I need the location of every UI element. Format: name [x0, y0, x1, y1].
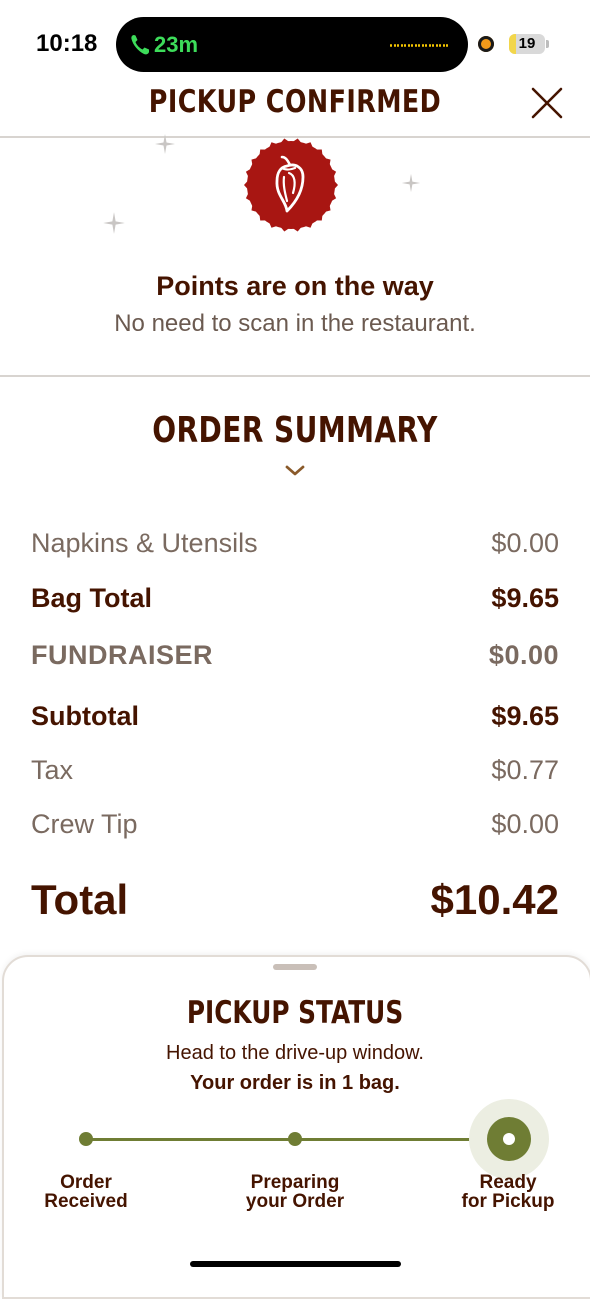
step-label-order-received: Order Received: [6, 1173, 166, 1211]
order-total: Total $10.42: [31, 876, 559, 924]
bag-count-note: Your order is in 1 bag.: [190, 1072, 400, 1094]
line-item-value: $0.00: [488, 640, 559, 670]
line-item-label: Subtotal: [31, 701, 139, 731]
call-duration: 23m: [154, 32, 199, 57]
total-label: Total: [31, 876, 129, 923]
line-item-label: Tax: [31, 755, 74, 785]
step-label-line: Received: [44, 1191, 128, 1212]
step-dot-ready-active: [487, 1117, 531, 1161]
phone-icon: [130, 34, 150, 56]
step-label-preparing: Preparing your Order: [215, 1173, 375, 1211]
sparkle-icon: [101, 210, 127, 241]
page-header: PICKUP CONFIRMED: [0, 84, 590, 138]
points-title: Points are on the way: [156, 271, 434, 301]
home-indicator[interactable]: [190, 1261, 401, 1267]
sheet-grabber-handle[interactable]: [273, 964, 317, 970]
step-label-line: Ready: [479, 1172, 537, 1193]
points-subtitle: No need to scan in the restaurant.: [114, 310, 476, 337]
pickup-status-title: PICKUP STATUS: [186, 995, 404, 1031]
battery-percent: 19: [518, 35, 536, 52]
sparkle-icon: [400, 172, 422, 199]
line-item-label: Bag Total: [31, 583, 152, 613]
line-item-label: Napkins & Utensils: [31, 528, 258, 558]
line-item-subtotal: Subtotal $9.65: [31, 701, 559, 732]
step-dot-order-received: [79, 1132, 93, 1146]
line-item-bag-total: Bag Total $9.65: [31, 583, 559, 614]
line-item-label: FUNDRAISER: [31, 640, 214, 670]
line-item-napkins: Napkins & Utensils $0.00: [31, 528, 559, 559]
dynamic-island[interactable]: 23m: [116, 17, 468, 72]
pepper-badge-icon: [243, 137, 339, 233]
step-label-line: Order: [60, 1172, 112, 1193]
line-item-value: $0.77: [491, 755, 559, 785]
step-label-line: Preparing: [250, 1172, 340, 1193]
order-summary-toggle[interactable]: [283, 462, 307, 480]
page-title: PICKUP CONFIRMED: [148, 84, 442, 120]
order-summary-title: ORDER SUMMARY: [152, 410, 438, 451]
line-item-value: $9.65: [491, 583, 559, 613]
close-button[interactable]: [530, 86, 564, 120]
line-item-fundraiser: FUNDRAISER $0.00: [31, 640, 559, 671]
step-label-ready: Ready for Pickup: [428, 1173, 588, 1211]
recording-indicator-icon: [478, 36, 494, 52]
step-label-line: your Order: [245, 1191, 345, 1212]
audio-waveform-icon: [390, 41, 448, 49]
pickup-instruction: Head to the drive-up window.: [166, 1042, 424, 1064]
active-call-indicator[interactable]: 23m: [130, 30, 198, 60]
sparkle-icon: [153, 132, 177, 161]
line-item-value: $0.00: [491, 809, 559, 839]
total-value: $10.42: [430, 876, 559, 923]
status-bar: 10:18 23m 19: [0, 0, 590, 84]
chevron-down-icon: [285, 465, 305, 476]
battery-icon: 19: [509, 34, 545, 54]
battery-nub: [546, 40, 549, 48]
line-item-label: Crew Tip: [31, 809, 138, 839]
line-item-value: $0.00: [491, 528, 559, 558]
clock-time: 10:18: [36, 30, 98, 57]
step-dot-preparing: [288, 1132, 302, 1146]
line-item-crew-tip: Crew Tip $0.00: [31, 809, 559, 840]
step-label-line: for Pickup: [461, 1191, 555, 1212]
close-icon: [531, 87, 563, 119]
section-divider: [0, 375, 590, 377]
line-item-tax: Tax $0.77: [31, 755, 559, 786]
line-item-value: $9.65: [491, 701, 559, 731]
